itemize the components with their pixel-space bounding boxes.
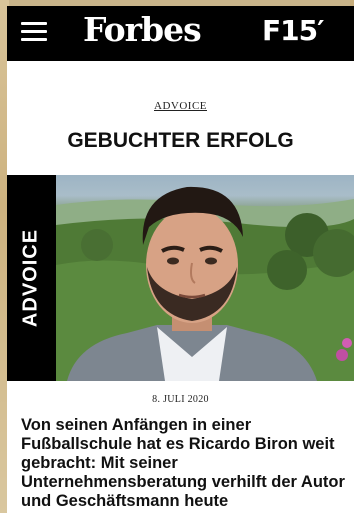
menu-icon[interactable] <box>21 20 47 44</box>
top-header: Forbes F15′ <box>7 6 354 61</box>
advoice-side-label: ADVOICE <box>19 228 42 328</box>
article-kicker-link[interactable]: ADVOICE <box>7 100 354 112</box>
article-teaser[interactable]: Von seinen Anfängen in einer Fußballschu… <box>21 416 349 511</box>
portrait-illustration <box>56 186 354 381</box>
article-date: 8. JULI 2020 <box>152 394 209 405</box>
advoice-side-tab: ADVOICE <box>7 175 56 381</box>
forbes-logo[interactable]: Forbes <box>83 10 202 49</box>
hero-image[interactable]: ADVOICE <box>7 175 354 381</box>
article-headline: GEBUCHTER ERFOLG <box>67 129 294 152</box>
phone-screen: Forbes F15′ ADVOICE GEBUCHTER ERFOLG ADV… <box>7 6 354 513</box>
edition-logo[interactable]: F15′ <box>262 14 324 47</box>
